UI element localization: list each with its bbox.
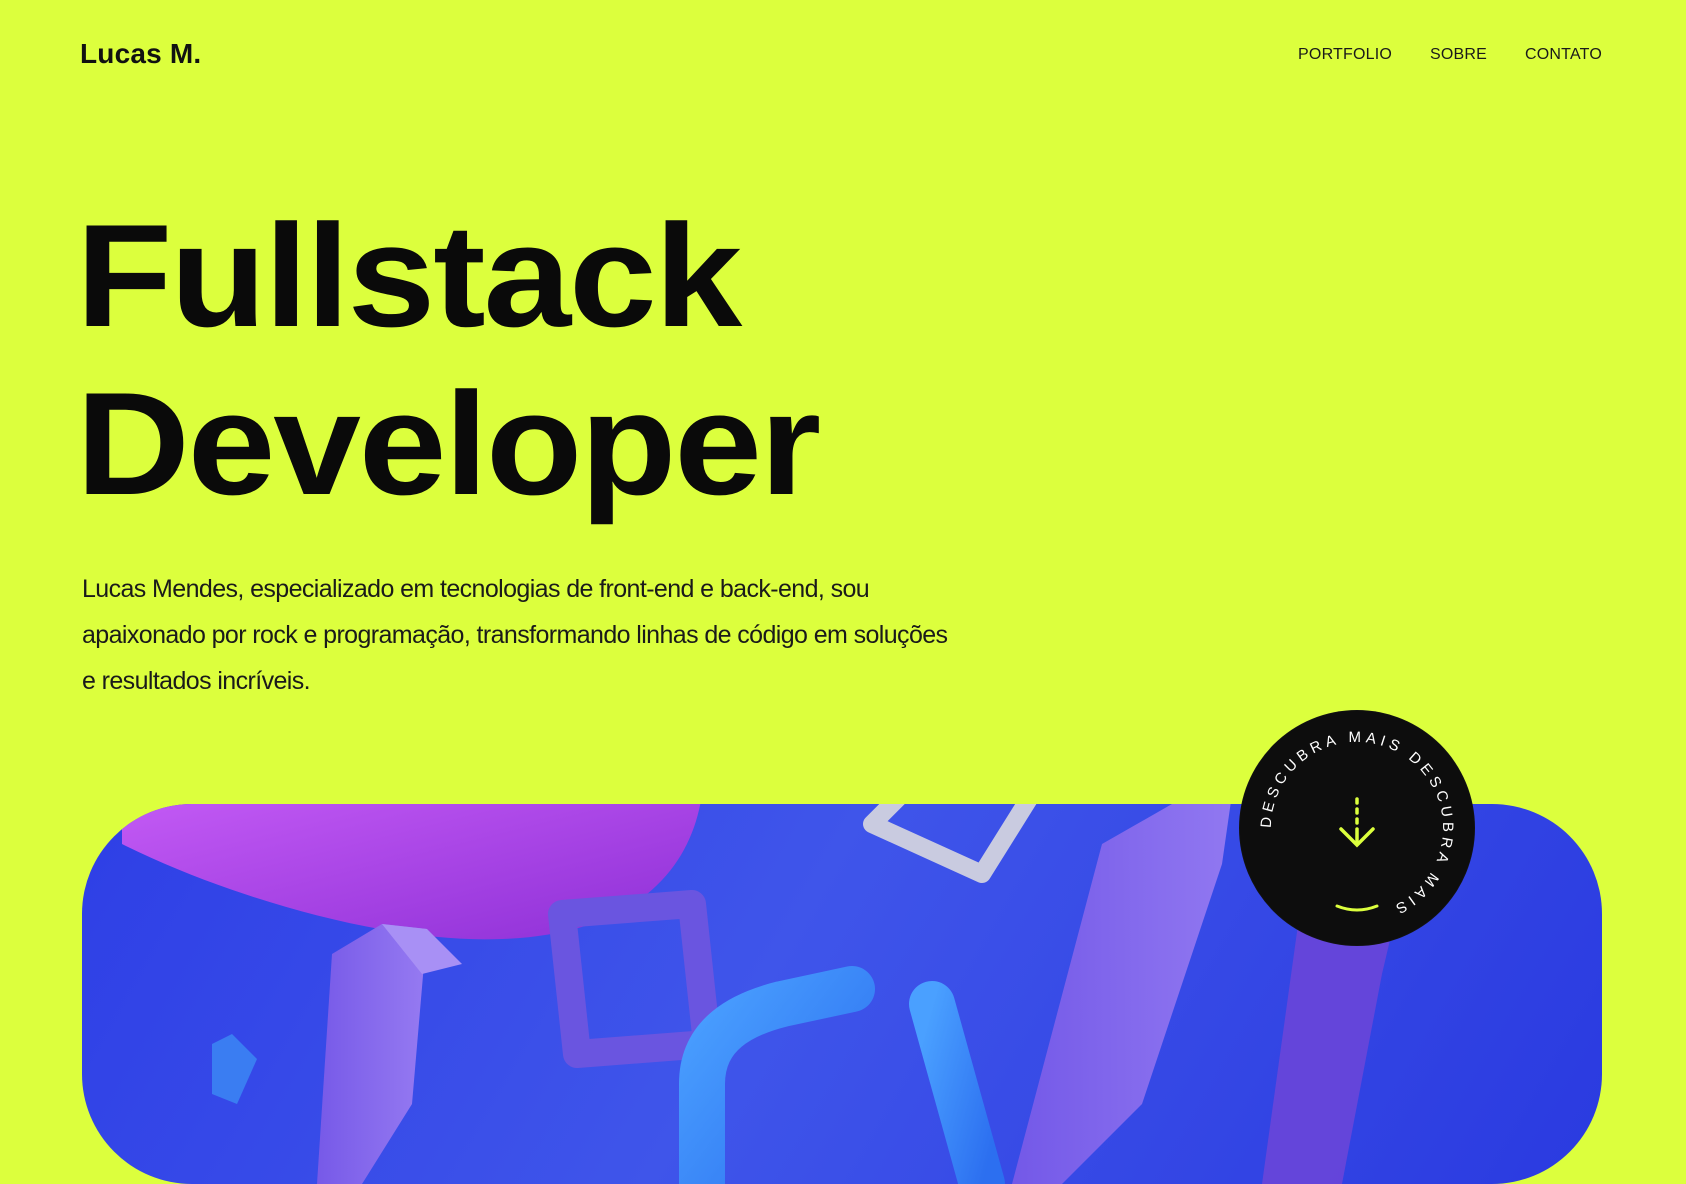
hero-description: Lucas Mendes, especializado em tecnologi… <box>82 575 948 695</box>
arrow-down-icon <box>1339 797 1375 848</box>
nav-item-sobre[interactable]: SOBRE <box>1430 46 1487 64</box>
hero-title-line-2: Developer <box>76 362 821 525</box>
discover-badge-graphic: DESCUBRA MAIS DESCUBRA MAIS <box>1258 729 1452 919</box>
main-nav: PORTFOLIO SOBRE CONTATO <box>1298 46 1602 64</box>
badge-underline <box>1335 904 1379 912</box>
brand-logo[interactable]: Lucas M. <box>80 38 201 70</box>
discover-more-button[interactable]: DESCUBRA MAIS DESCUBRA MAIS <box>1240 711 1474 945</box>
hero-title: Fullstack Developer <box>76 192 821 528</box>
nav-item-portfolio[interactable]: PORTFOLIO <box>1298 46 1392 64</box>
nav-item-contato[interactable]: CONTATO <box>1525 46 1602 64</box>
hero-title-line-1: Fullstack <box>76 194 742 357</box>
